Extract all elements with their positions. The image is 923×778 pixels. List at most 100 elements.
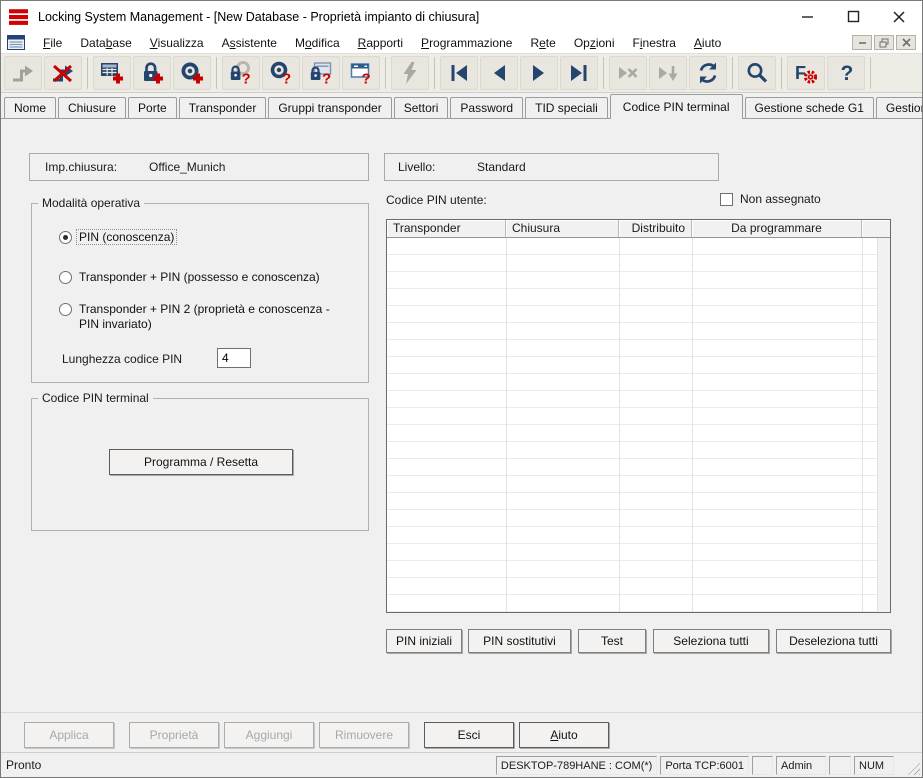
new-locking-system-button[interactable] bbox=[93, 56, 131, 90]
status-host-segment: DESKTOP-789HANE : COM(*) bbox=[496, 756, 657, 775]
mdi-close-button[interactable] bbox=[896, 35, 916, 50]
aggiungi-button[interactable]: Aggiungi bbox=[224, 722, 314, 748]
svg-text:?: ? bbox=[841, 62, 854, 85]
menu-aiuto[interactable]: Aiuto bbox=[685, 35, 730, 51]
skip-cancel-icon bbox=[615, 60, 641, 86]
read-network-button[interactable]: ? bbox=[342, 56, 380, 90]
not-assigned-label: Non assegnato bbox=[740, 192, 821, 206]
table-body[interactable] bbox=[387, 238, 890, 612]
search-button[interactable] bbox=[738, 56, 776, 90]
maximize-button[interactable] bbox=[830, 1, 876, 32]
tab-password[interactable]: Password bbox=[450, 97, 523, 118]
deseleziona-tutti-button[interactable]: Deseleziona tutti bbox=[776, 629, 891, 653]
search-icon bbox=[744, 60, 770, 86]
tab-gestione-schede-g2[interactable]: Gestione schede G2 bbox=[876, 97, 923, 118]
toolbar: ? ? ? ? bbox=[1, 53, 922, 93]
radio-pin[interactable] bbox=[59, 231, 72, 244]
read-transponder-button[interactable]: ? bbox=[262, 56, 300, 90]
menu-database[interactable]: Database bbox=[71, 35, 140, 51]
rimuovere-button[interactable]: Rimuovere bbox=[319, 722, 409, 748]
skip-down-button[interactable] bbox=[649, 56, 687, 90]
new-transponder-button[interactable] bbox=[173, 56, 211, 90]
esci-button[interactable]: Esci bbox=[424, 722, 514, 748]
close-button[interactable] bbox=[876, 1, 922, 32]
column-header-da-programmare[interactable]: Da programmare bbox=[692, 220, 862, 237]
read-lock-icon: ? bbox=[228, 60, 254, 86]
tab-codice-pin-terminal[interactable]: Codice PIN terminal bbox=[610, 94, 743, 119]
test-button[interactable]: Test bbox=[578, 629, 646, 653]
svg-text:F: F bbox=[795, 63, 806, 83]
menu-rete[interactable]: Rete bbox=[521, 35, 564, 51]
nav-first-button[interactable] bbox=[440, 56, 478, 90]
nav-next-button[interactable] bbox=[520, 56, 558, 90]
tab-transponder[interactable]: Transponder bbox=[179, 97, 267, 118]
connect-button[interactable] bbox=[4, 56, 42, 90]
toolbar-separator bbox=[870, 57, 871, 89]
menu-opzioni[interactable]: Opzioni bbox=[565, 35, 624, 51]
table-header: Transponder Chiusura Distribuito Da prog… bbox=[387, 220, 890, 238]
skip-cancel-button[interactable] bbox=[609, 56, 647, 90]
tab-porte[interactable]: Porte bbox=[128, 97, 177, 118]
svg-text:?: ? bbox=[242, 71, 251, 87]
radio-transponder-pin2-label[interactable]: Transponder + PIN 2 (proprietà e conosce… bbox=[79, 302, 351, 332]
user-pin-table[interactable]: Transponder Chiusura Distribuito Da prog… bbox=[386, 219, 891, 613]
menu-programmazione[interactable]: Programmazione bbox=[412, 35, 521, 51]
menu-modifica[interactable]: Modifica bbox=[286, 35, 349, 51]
disconnect-icon bbox=[50, 60, 76, 86]
minimize-button[interactable] bbox=[784, 1, 830, 32]
tab-gestione-schede-g1[interactable]: Gestione schede G1 bbox=[745, 97, 874, 118]
column-divider bbox=[692, 238, 693, 612]
menu-rapporti[interactable]: Rapporti bbox=[349, 35, 412, 51]
resize-grip[interactable] bbox=[906, 761, 920, 775]
radio-transponder-pin-label[interactable]: Transponder + PIN (possesso e conoscenza… bbox=[79, 270, 320, 284]
column-header-chiusura[interactable]: Chiusura bbox=[506, 220, 619, 237]
pin-sostitutivi-button[interactable]: PIN sostitutivi bbox=[468, 629, 571, 653]
pin-iniziali-button[interactable]: PIN iniziali bbox=[386, 629, 462, 653]
program-reset-button[interactable]: Programma / Resetta bbox=[109, 449, 293, 475]
menu-visualizza[interactable]: Visualizza bbox=[141, 35, 213, 51]
refresh-button[interactable] bbox=[689, 56, 727, 90]
radio-pin-label[interactable]: PIN (conoscenza) bbox=[79, 230, 176, 244]
applica-button[interactable]: Applica bbox=[24, 722, 114, 748]
nav-previous-button[interactable] bbox=[480, 56, 518, 90]
proprieta-button[interactable]: Proprietà bbox=[129, 722, 219, 748]
column-header-transponder[interactable]: Transponder bbox=[387, 220, 506, 237]
new-transponder-icon bbox=[179, 60, 205, 86]
mdi-restore-button[interactable] bbox=[874, 35, 894, 50]
not-assigned-checkbox[interactable] bbox=[720, 193, 733, 206]
column-header-distribuito[interactable]: Distribuito bbox=[619, 220, 692, 237]
read-lock-button[interactable]: ? bbox=[222, 56, 260, 90]
menu-assistente[interactable]: Assistente bbox=[213, 35, 286, 51]
read-network-icon: ? bbox=[348, 60, 374, 86]
filter-settings-button[interactable]: F bbox=[787, 56, 825, 90]
status-empty-segment bbox=[752, 756, 773, 775]
terminal-pin-group: Codice PIN terminal Programma / Resetta bbox=[31, 398, 369, 531]
mdi-minimize-button[interactable] bbox=[852, 35, 872, 50]
read-card-lock-button[interactable]: ? bbox=[302, 56, 340, 90]
tab-settori[interactable]: Settori bbox=[394, 97, 449, 118]
radio-transponder-pin[interactable] bbox=[59, 271, 72, 284]
locking-system-label: Imp.chiusura: bbox=[30, 160, 149, 174]
menu-finestra[interactable]: Finestra bbox=[624, 35, 685, 51]
pin-length-input[interactable] bbox=[217, 348, 251, 368]
nav-last-button[interactable] bbox=[560, 56, 598, 90]
tab-nome[interactable]: Nome bbox=[4, 97, 56, 118]
disconnect-button[interactable] bbox=[44, 56, 82, 90]
tab-chiusure[interactable]: Chiusure bbox=[58, 97, 126, 118]
svg-text:?: ? bbox=[282, 71, 291, 87]
aiuto-button[interactable]: Aiuto bbox=[519, 722, 609, 748]
document-window-icon bbox=[7, 35, 26, 51]
program-button[interactable] bbox=[391, 56, 429, 90]
radio-transponder-pin2[interactable] bbox=[59, 303, 72, 316]
tab-gruppi-transponder[interactable]: Gruppi transponder bbox=[268, 97, 391, 118]
terminal-pin-title: Codice PIN terminal bbox=[38, 391, 153, 405]
help-button[interactable]: ? bbox=[827, 56, 865, 90]
table-scrollbar-gutter[interactable] bbox=[877, 238, 890, 612]
tab-tid-speciali[interactable]: TID speciali bbox=[525, 97, 608, 118]
nav-next-icon bbox=[526, 60, 552, 86]
menu-file[interactable]: File bbox=[34, 35, 71, 51]
new-lock-button[interactable] bbox=[133, 56, 171, 90]
level-label: Livello: bbox=[385, 160, 477, 174]
seleziona-tutti-button[interactable]: Seleziona tutti bbox=[653, 629, 769, 653]
svg-text:?: ? bbox=[322, 71, 331, 87]
